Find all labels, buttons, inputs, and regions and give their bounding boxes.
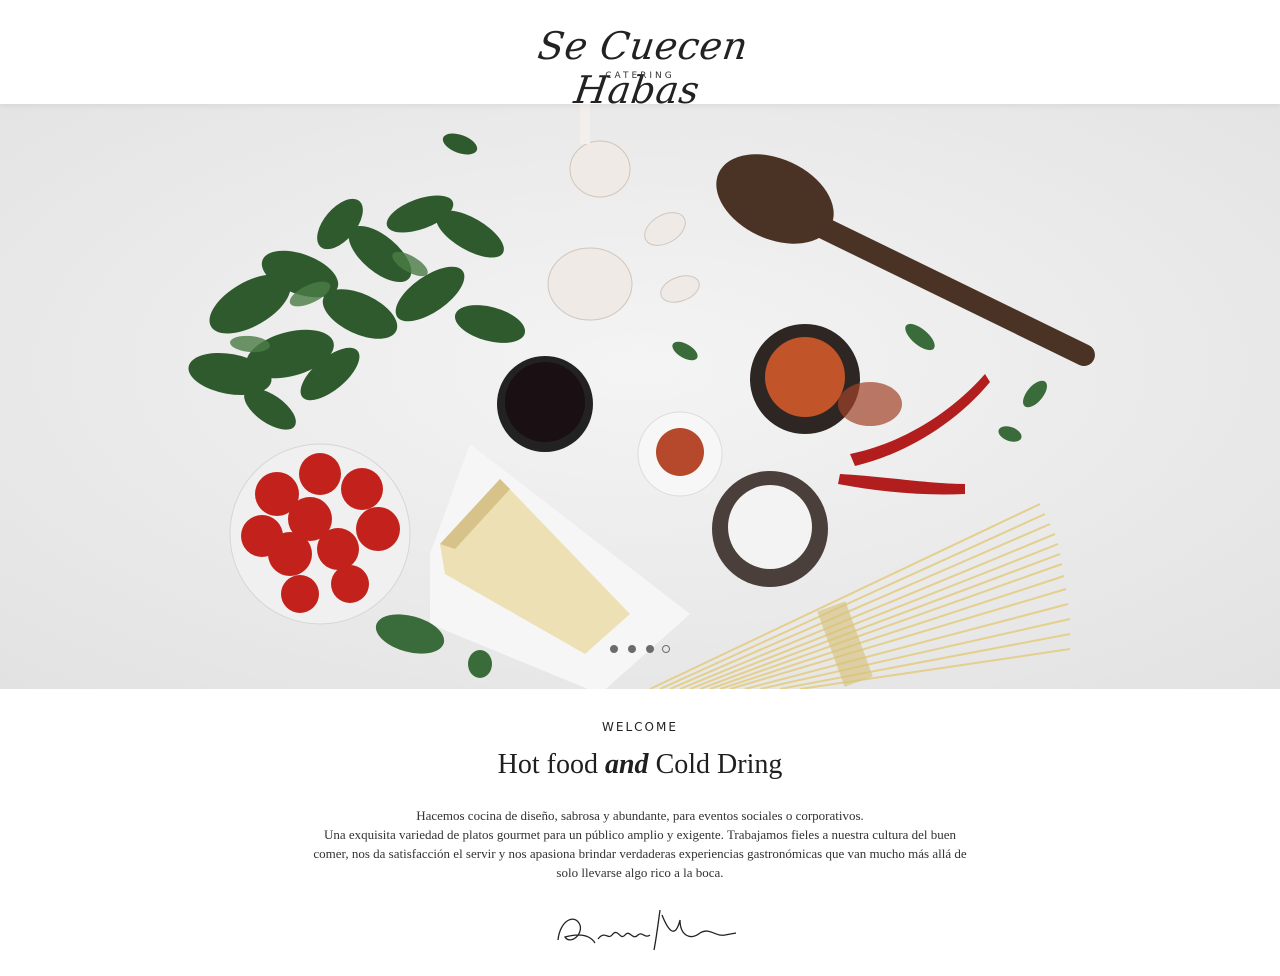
food-ingredients-image bbox=[0, 104, 1280, 689]
headline-part-2: Cold Dring bbox=[655, 749, 783, 780]
site-header: Se Cuecen Habas CATERING bbox=[0, 0, 1280, 112]
welcome-section: WELCOME Hot food and Cold Dring Hacemos … bbox=[0, 689, 1280, 976]
chili-flakes-bowl bbox=[637, 411, 723, 497]
welcome-eyebrow: WELCOME bbox=[602, 720, 678, 734]
welcome-paragraph: Hacemos cocina de diseño, sabrosa y abun… bbox=[310, 806, 970, 882]
headline-part-1: Hot food bbox=[497, 749, 598, 780]
welcome-headline: Hot food and Cold Dring bbox=[0, 749, 1280, 781]
tomatoes-bowl bbox=[229, 443, 411, 625]
logo[interactable]: Se Cuecen Habas CATERING bbox=[500, 24, 780, 112]
paragraph-line-1: Hacemos cocina de diseño, sabrosa y abun… bbox=[416, 808, 864, 823]
slider-dots bbox=[610, 645, 674, 655]
logo-subtitle: CATERING bbox=[605, 71, 675, 81]
slider-dot-1[interactable] bbox=[610, 645, 618, 653]
slider-dot-4[interactable] bbox=[662, 645, 670, 653]
logo-script: Se Cuecen Habas bbox=[535, 24, 751, 112]
vinegar-bowl bbox=[497, 356, 593, 452]
headline-emphasis: and bbox=[604, 749, 649, 780]
slider-dot-3[interactable] bbox=[646, 645, 654, 653]
hero-slider bbox=[0, 104, 1280, 689]
salt-bowl bbox=[712, 471, 828, 587]
paragraph-line-2: Una exquisita variedad de platos gourmet… bbox=[313, 827, 967, 880]
signature-image bbox=[557, 909, 737, 951]
slider-dot-2[interactable] bbox=[628, 645, 636, 653]
